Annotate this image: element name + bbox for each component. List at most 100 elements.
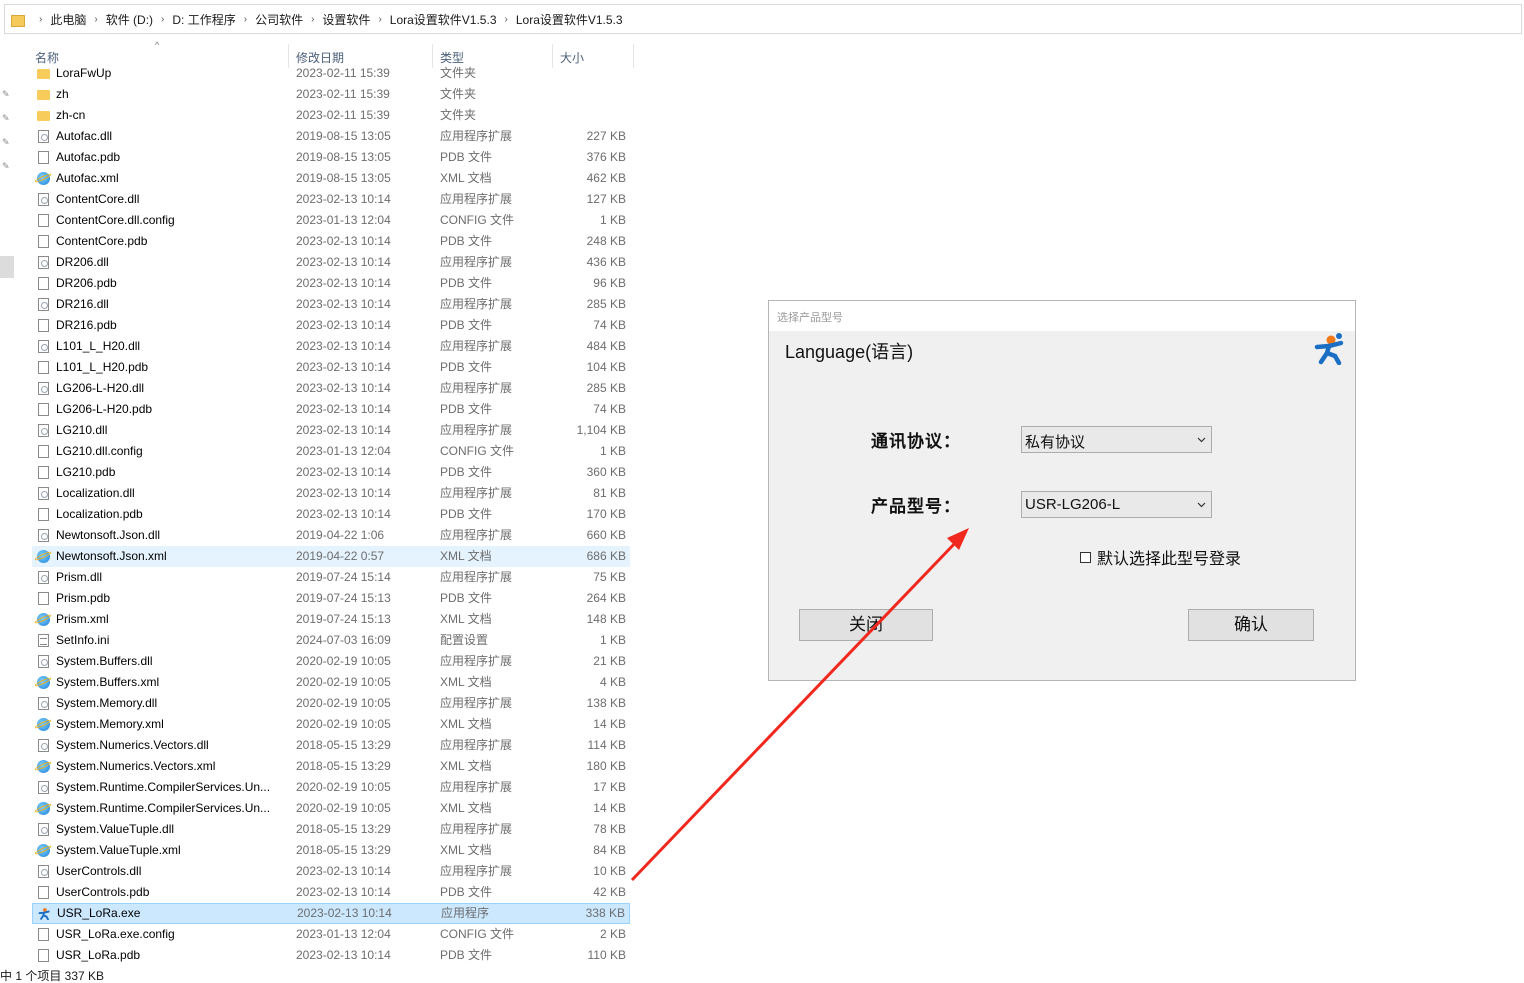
- close-button[interactable]: 关闭: [799, 609, 933, 641]
- file-row[interactable]: L101_L_H20.dll 2023-02-13 10:14 应用程序扩展 484 …: [32, 336, 630, 357]
- file-row[interactable]: LG210.dll.config 2023-01-13 12:04 CONFIG 文…: [32, 441, 630, 462]
- file-row[interactable]: System.Numerics.Vectors.xml 2018-05-15 13…: [32, 756, 630, 777]
- file-row[interactable]: L101_L_H20.pdb 2023-02-13 10:14 PDB 文件 104 …: [32, 357, 630, 378]
- xml-icon: [37, 718, 50, 731]
- breadcrumb-item[interactable]: 此电脑: [50, 11, 86, 28]
- file-name: USR_LoRa.exe.config: [56, 927, 175, 941]
- file-row[interactable]: LG210.dll 2023-02-13 10:14 应用程序扩展 1,104 KB: [32, 420, 630, 441]
- file-icon: [38, 319, 49, 332]
- breadcrumb-item[interactable]: 软件 (D:): [106, 11, 153, 28]
- file-row[interactable]: UserControls.pdb 2023-02-13 10:14 PDB 文件 42…: [32, 882, 630, 903]
- dll-icon: [38, 487, 49, 500]
- file-row[interactable]: Localization.pdb 2023-02-13 10:14 PDB 文件 17…: [32, 504, 630, 525]
- file-row[interactable]: LG206-L-H20.dll 2023-02-13 10:14 应用程序扩展 285…: [32, 378, 630, 399]
- breadcrumb-item[interactable]: 公司软件: [255, 11, 303, 28]
- pin-icon[interactable]: ✎: [2, 162, 11, 171]
- file-row[interactable]: DR206.pdb 2023-02-13 10:14 PDB 文件 96 KB: [32, 273, 630, 294]
- chevron-right-icon[interactable]: ›: [378, 14, 381, 25]
- pin-icon[interactable]: ✎: [2, 90, 11, 99]
- file-row[interactable]: USR_LoRa.exe.config 2023-01-13 12:04 CONFI…: [32, 924, 630, 945]
- file-row[interactable]: USR_LoRa.exe 2023-02-13 10:14 应用程序 338 KB: [32, 903, 630, 924]
- file-row[interactable]: System.Memory.xml 2020-02-19 10:05 XML 文档 1…: [32, 714, 630, 735]
- file-row[interactable]: LG206-L-H20.pdb 2023-02-13 10:14 PDB 文件 74 …: [32, 399, 630, 420]
- ini-icon: [38, 634, 49, 647]
- file-row[interactable]: System.ValueTuple.xml 2018-05-15 13:29 XML…: [32, 840, 630, 861]
- file-name: Prism.dll: [56, 570, 103, 584]
- file-row[interactable]: Newtonsoft.Json.dll 2019-04-22 1:06 应用程序扩展…: [32, 525, 630, 546]
- confirm-button[interactable]: 确认: [1188, 609, 1314, 641]
- file-date: 2023-02-11 15:39: [296, 66, 390, 80]
- file-row[interactable]: LoraFwUp 2023-02-11 15:39 文件夹: [32, 63, 630, 84]
- file-row[interactable]: zh 2023-02-11 15:39 文件夹: [32, 84, 630, 105]
- breadcrumb-item[interactable]: D: 工作程序: [172, 11, 235, 28]
- file-row[interactable]: DR216.pdb 2023-02-13 10:14 PDB 文件 74 KB: [32, 315, 630, 336]
- file-row[interactable]: System.ValueTuple.dll 2018-05-15 13:29 应用程…: [32, 819, 630, 840]
- pin-icon[interactable]: ✎: [2, 114, 11, 123]
- file-name: System.Runtime.CompilerServices.Un...: [56, 801, 271, 815]
- file-size: 1 KB: [599, 213, 626, 227]
- file-row[interactable]: System.Numerics.Vectors.dll 2018-05-15 13…: [32, 735, 630, 756]
- pin-icon[interactable]: ✎: [2, 138, 11, 147]
- file-row[interactable]: Autofac.dll 2019-08-15 13:05 应用程序扩展 227 KB: [32, 126, 630, 147]
- file-row[interactable]: System.Buffers.xml 2020-02-19 10:05 XML 文档…: [32, 672, 630, 693]
- file-row[interactable]: Prism.xml 2019-07-24 15:13 XML 文档 148 KB: [32, 609, 630, 630]
- language-label[interactable]: Language(语言): [785, 338, 913, 364]
- chevron-right-icon[interactable]: ›: [161, 14, 164, 25]
- file-date: 2023-02-13 10:14: [296, 864, 391, 878]
- navigation-pane[interactable]: ✎ ✎ ✎ ✎: [0, 36, 16, 966]
- chevron-right-icon[interactable]: ›: [94, 14, 97, 25]
- protocol-select[interactable]: 私有协议: [1021, 426, 1212, 453]
- file-list[interactable]: LoraFwUp 2023-02-11 15:39 文件夹 zh 2023-02-11 …: [32, 63, 630, 967]
- file-size: 360 KB: [586, 465, 626, 479]
- file-row[interactable]: USR_LoRa.pdb 2023-02-13 10:14 PDB 文件 110 KB: [32, 945, 630, 966]
- file-row[interactable]: ContentCore.dll.config 2023-01-13 12:04 CO…: [32, 210, 630, 231]
- file-row[interactable]: ContentCore.pdb 2023-02-13 10:14 PDB 文件 248…: [32, 231, 630, 252]
- breadcrumb-item[interactable]: Lora设置软件V1.5.3: [390, 11, 497, 28]
- file-row[interactable]: Prism.pdb 2019-07-24 15:13 PDB 文件 264 KB: [32, 588, 630, 609]
- file-name: Newtonsoft.Json.xml: [56, 549, 167, 563]
- file-type: PDB 文件: [440, 276, 493, 290]
- file-row[interactable]: Prism.dll 2019-07-24 15:14 应用程序扩展 75 KB: [32, 567, 630, 588]
- file-row[interactable]: System.Memory.dll 2020-02-19 10:05 应用程序扩展 1…: [32, 693, 630, 714]
- model-select[interactable]: USR-LG206-L: [1021, 491, 1212, 518]
- remember-checkbox-label[interactable]: 默认选择此型号登录: [1097, 545, 1241, 569]
- file-name: LG206-L-H20.pdb: [56, 402, 153, 416]
- file-type: PDB 文件: [440, 360, 493, 374]
- file-row[interactable]: Autofac.pdb 2019-08-15 13:05 PDB 文件 376 KB: [32, 147, 630, 168]
- file-date: 2023-02-13 10:14: [296, 885, 391, 899]
- file-row[interactable]: System.Runtime.CompilerServices.Un... 202…: [32, 798, 630, 819]
- remember-checkbox[interactable]: [1080, 551, 1091, 563]
- xml-icon: [37, 613, 50, 626]
- chevron-right-icon[interactable]: ›: [311, 14, 314, 25]
- address-bar[interactable]: › 此电脑 › 软件 (D:) › D: 工作程序 › 公司软件 › 设置软件 …: [4, 4, 1522, 34]
- file-type: 配置设置: [440, 633, 489, 647]
- file-type: PDB 文件: [440, 150, 493, 164]
- file-row[interactable]: System.Runtime.CompilerServices.Un... 202…: [32, 777, 630, 798]
- chevron-right-icon[interactable]: ›: [505, 14, 508, 25]
- file-row[interactable]: System.Buffers.dll 2020-02-19 10:05 应用程序扩展…: [32, 651, 630, 672]
- column-divider[interactable]: [633, 44, 634, 68]
- chevron-right-icon[interactable]: ›: [244, 14, 247, 25]
- breadcrumb-item[interactable]: 设置软件: [322, 11, 370, 28]
- dialog-title: 选择产品型号: [777, 312, 843, 324]
- file-name: DR206.pdb: [56, 276, 117, 290]
- file-date: 2019-04-22 0:57: [296, 549, 385, 563]
- file-row[interactable]: UserControls.dll 2023-02-13 10:14 应用程序扩展 10…: [32, 861, 630, 882]
- file-date: 2018-05-15 13:29: [296, 822, 391, 836]
- file-row[interactable]: SetInfo.ini 2024-07-03 16:09 配置设置 1 KB: [32, 630, 630, 651]
- remember-model-option[interactable]: 默认选择此型号登录: [1080, 545, 1241, 569]
- file-row[interactable]: zh-cn 2023-02-11 15:39 文件夹: [32, 105, 630, 126]
- file-row[interactable]: LG210.pdb 2023-02-13 10:14 PDB 文件 360 KB: [32, 462, 630, 483]
- file-row[interactable]: DR216.dll 2023-02-13 10:14 应用程序扩展 285 KB: [32, 294, 630, 315]
- file-date: 2023-02-13 10:14: [296, 297, 391, 311]
- file-row[interactable]: Localization.dll 2023-02-13 10:14 应用程序扩展 81…: [32, 483, 630, 504]
- file-row[interactable]: ContentCore.dll 2023-02-13 10:14 应用程序扩展 127…: [32, 189, 630, 210]
- file-row[interactable]: DR206.dll 2023-02-13 10:14 应用程序扩展 436 KB: [32, 252, 630, 273]
- dialog-titlebar[interactable]: 选择产品型号: [769, 301, 1355, 331]
- file-name: LG210.dll.config: [56, 444, 143, 458]
- breadcrumb-item[interactable]: Lora设置软件V1.5.3: [516, 11, 623, 28]
- file-row[interactable]: Newtonsoft.Json.xml 2019-04-22 0:57 XML 文档…: [32, 546, 630, 567]
- file-size: 104 KB: [586, 360, 626, 374]
- file-row[interactable]: Autofac.xml 2019-08-15 13:05 XML 文档 462 KB: [32, 168, 630, 189]
- nav-selected-item[interactable]: [0, 256, 14, 278]
